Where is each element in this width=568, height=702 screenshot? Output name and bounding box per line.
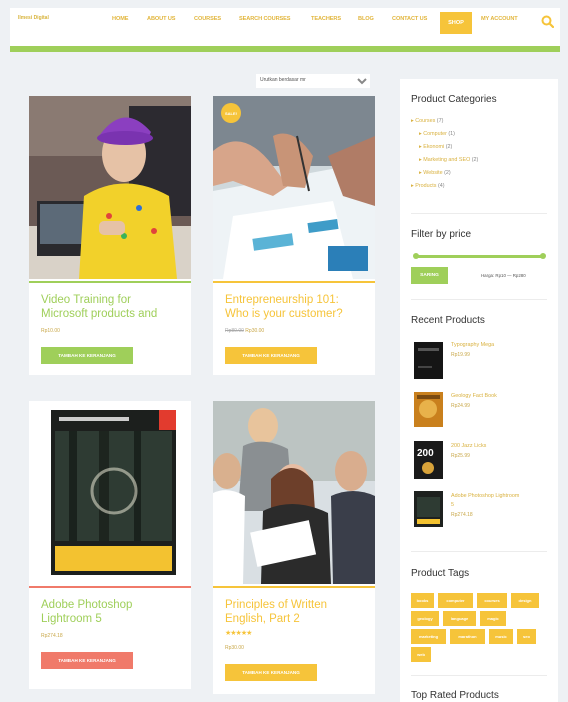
product-title[interactable]: Entrepreneurship 101: Who is your custom…	[225, 293, 343, 321]
recent-product-thumbnail[interactable]: 200	[414, 441, 443, 479]
card-accent-line	[29, 586, 191, 588]
product-card[interactable]: Adobe Photoshop Lightroom 5 Rp274.18 TAM…	[29, 401, 191, 689]
product-tags-heading: Product Tags	[411, 568, 470, 579]
product-image[interactable]	[29, 401, 191, 584]
recent-product-thumbnail[interactable]	[414, 392, 443, 427]
product-price: Rp30.00	[225, 645, 244, 651]
product-price: Rp10.00	[41, 328, 60, 334]
add-to-cart-button[interactable]: TAMBAH KE KERANJANG	[41, 347, 133, 364]
rating-stars: ★★★★★	[225, 630, 252, 637]
categories-heading: Product Categories	[411, 94, 497, 105]
recent-product-thumbnail[interactable]	[414, 342, 443, 379]
product-price: Rp80.00 Rp30.00	[225, 328, 264, 334]
nav-home[interactable]: HOME	[112, 16, 128, 22]
category-item[interactable]: ▸ Ekonomi (2)	[419, 144, 452, 150]
add-to-cart-button[interactable]: TAMBAH KE KERANJANG	[41, 652, 133, 669]
product-card[interactable]: Video Training for Microsoft products an…	[29, 96, 191, 375]
product-tag[interactable]: design	[511, 593, 539, 608]
product-tag[interactable]: courses	[477, 593, 507, 608]
sidebar: Product Categories ▸ Courses (7) ▸ Compu…	[400, 79, 558, 702]
divider	[411, 675, 547, 676]
recent-product-name[interactable]: 200 Jazz Licks	[451, 442, 486, 451]
nav-about-us[interactable]: ABOUT US	[147, 16, 176, 22]
recent-product-price: Rp19.99	[451, 352, 470, 358]
product-tag[interactable]: music	[489, 629, 513, 644]
recent-product-name[interactable]: Adobe Photoshop Lightroom 5	[451, 492, 519, 510]
nav-blog[interactable]: BLOG	[358, 16, 374, 22]
product-tag[interactable]: language	[443, 611, 476, 626]
sale-price: Rp30.00	[245, 328, 265, 334]
category-item[interactable]: ▸ Website (2)	[419, 170, 451, 176]
product-card[interactable]: Principles of Written English, Part 2 ★★…	[213, 401, 375, 694]
divider	[411, 213, 547, 214]
recent-product-price: Rp24.99	[451, 403, 470, 409]
header-accent-strip	[10, 46, 560, 52]
top-rated-heading: Top Rated Products	[411, 690, 499, 701]
recent-product-name[interactable]: Geology Fact Book	[451, 392, 497, 401]
product-tag[interactable]: computer	[438, 593, 473, 608]
nav-shop[interactable]: SHOP	[440, 12, 472, 34]
slider-max-handle[interactable]	[540, 253, 546, 259]
svg-text:200: 200	[417, 448, 434, 459]
site-logo[interactable]: Ilmesi Digital	[18, 15, 49, 21]
category-item[interactable]: ▸ Computer (1)	[419, 131, 455, 137]
product-title[interactable]: Principles of Written English, Part 2	[225, 598, 327, 626]
add-to-cart-button[interactable]: TAMBAH KE KERANJANG	[225, 664, 317, 681]
sort-select-value: Urutkan berdasar mr	[260, 77, 306, 83]
product-tag[interactable]: magic	[480, 611, 506, 626]
recent-product-price: Rp274.18	[451, 512, 473, 518]
product-image[interactable]	[29, 96, 191, 279]
product-tag[interactable]: books	[411, 593, 434, 608]
old-price: Rp80.00	[225, 328, 244, 334]
product-tag[interactable]: marketing	[411, 629, 446, 644]
price-slider[interactable]	[413, 253, 546, 259]
recent-product-name[interactable]: Typography Mega	[451, 341, 494, 350]
product-tag[interactable]: geology	[411, 611, 439, 626]
filter-heading: Filter by price	[411, 229, 472, 240]
category-item[interactable]: ▸ Products (4)	[411, 183, 445, 189]
product-image[interactable]	[213, 96, 375, 279]
product-price: Rp274.18	[41, 633, 63, 639]
product-title[interactable]: Video Training for Microsoft products an…	[41, 293, 157, 321]
sort-select[interactable]: Urutkan berdasar mr	[256, 74, 370, 88]
nav-teachers[interactable]: TEACHERS	[311, 16, 341, 22]
nav-courses[interactable]: COURSES	[194, 16, 221, 22]
chevron-down-icon	[357, 78, 367, 85]
card-accent-line	[29, 281, 191, 283]
product-card[interactable]: SALE! Entrepreneurship 101: Who is your …	[213, 96, 375, 375]
nav-my-account[interactable]: MY ACCOUNT	[481, 16, 518, 22]
sale-badge: SALE!	[221, 103, 241, 123]
divider	[411, 551, 547, 552]
price-range-label: Harga: Rp10 — Rp280	[481, 273, 526, 278]
card-accent-line	[213, 281, 375, 283]
product-tag[interactable]: marathon	[450, 629, 485, 644]
product-tag[interactable]: web	[411, 647, 431, 662]
add-to-cart-button[interactable]: TAMBAH KE KERANJANG	[225, 347, 317, 364]
nav-search-courses[interactable]: SEARCH COURSES	[239, 16, 291, 22]
recent-products-heading: Recent Products	[411, 315, 485, 326]
recent-product-price: Rp25.99	[451, 453, 470, 459]
card-accent-line	[213, 586, 375, 588]
product-title[interactable]: Adobe Photoshop Lightroom 5	[41, 598, 132, 626]
nav-contact-us[interactable]: CONTACT US	[392, 16, 427, 22]
filter-button[interactable]: SARING	[411, 267, 448, 284]
category-item[interactable]: ▸ Marketing and SEO (2)	[419, 157, 478, 163]
slider-min-handle[interactable]	[413, 253, 419, 259]
site-header	[10, 8, 560, 46]
divider	[411, 299, 547, 300]
product-image[interactable]	[213, 401, 375, 584]
product-tag[interactable]: seo	[517, 629, 536, 644]
search-icon[interactable]	[541, 15, 554, 28]
category-item[interactable]: ▸ Courses (7)	[411, 118, 443, 124]
recent-product-thumbnail[interactable]	[414, 491, 443, 527]
